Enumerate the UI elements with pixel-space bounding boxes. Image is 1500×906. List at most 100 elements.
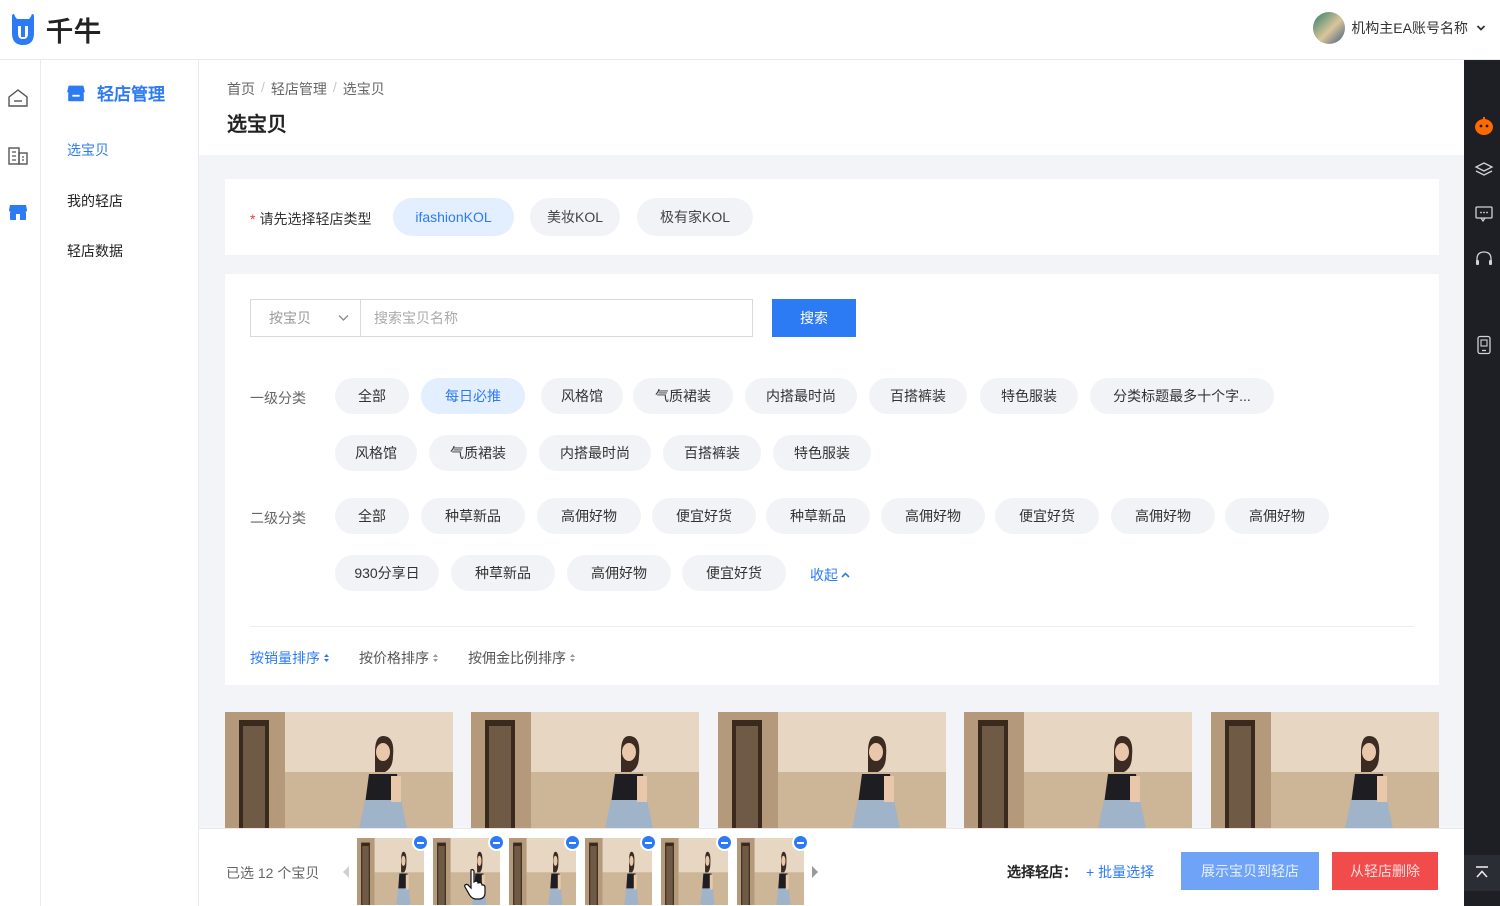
level1-tag[interactable]: 风格馆	[541, 378, 623, 414]
subnav-title: 轻店管理	[97, 85, 165, 104]
chevron-down-icon	[338, 315, 349, 321]
qianniu-assistant-icon[interactable]	[1474, 116, 1494, 136]
level2-tag[interactable]: 种草新品	[451, 555, 555, 591]
level2-tag[interactable]: 全部	[335, 498, 409, 534]
top-bar: 千牛 机构主EA账号名称	[0, 0, 1500, 60]
product-image[interactable]	[1211, 712, 1439, 829]
search-input[interactable]	[360, 299, 753, 337]
layers-icon[interactable]	[1474, 160, 1494, 180]
shop-select-label: 选择轻店：	[1007, 864, 1077, 880]
breadcrumb-shop-manage[interactable]: 轻店管理	[271, 79, 327, 99]
logo[interactable]: 千牛	[8, 10, 102, 49]
product-photo	[964, 712, 1192, 829]
search-button[interactable]: 搜索	[772, 299, 856, 337]
subnav-item-shop-data[interactable]: 轻店数据	[67, 241, 123, 261]
subnav-item-select-goods[interactable]: 选宝贝	[67, 140, 109, 160]
breadcrumb-home[interactable]: 首页	[227, 79, 255, 99]
level2-tag[interactable]: 高佣好物	[567, 555, 671, 591]
sort-by-commission[interactable]: 按佣金比例排序	[468, 648, 576, 668]
level1-tag[interactable]: 气质裙装	[429, 435, 527, 471]
account-menu[interactable]: 机构主EA账号名称	[1313, 12, 1486, 44]
avatar[interactable]	[1313, 12, 1346, 44]
product-photo	[225, 712, 453, 829]
page-header: 首页 / 轻店管理 / 选宝贝 选宝贝	[199, 60, 1464, 155]
breadcrumb-separator: /	[261, 79, 265, 95]
back-to-top-button[interactable]	[1464, 855, 1500, 891]
required-mark: *	[250, 211, 256, 227]
breadcrumb-current: 选宝贝	[342, 81, 385, 97]
level1-tag[interactable]: 每日必推	[421, 378, 525, 414]
level1-tag[interactable]: 气质裙装	[633, 378, 733, 414]
store-icon	[67, 85, 85, 101]
level2-tag[interactable]: 便宜好货	[995, 498, 1099, 534]
sort-icon	[433, 654, 438, 662]
remove-icon[interactable]	[488, 834, 505, 851]
level1-tag[interactable]: 内搭最时尚	[745, 378, 857, 414]
level1-tag[interactable]: 百搭裤装	[869, 378, 967, 414]
search-mode-select[interactable]: 按宝贝	[250, 299, 361, 337]
divider	[250, 626, 1414, 627]
level2-tag[interactable]: 高佣好物	[1225, 498, 1329, 534]
level1-tag[interactable]: 内搭最时尚	[539, 435, 651, 471]
remove-icon[interactable]	[716, 834, 733, 851]
chevron-up-icon	[841, 572, 850, 578]
level2-tag[interactable]: 便宜好货	[682, 555, 786, 591]
breadcrumb-separator: /	[332, 79, 337, 95]
level1-tag[interactable]: 风格馆	[335, 435, 417, 471]
home-icon[interactable]	[6, 86, 30, 110]
collapse-toggle[interactable]: 收起	[810, 565, 850, 585]
level2-tag[interactable]: 便宜好货	[652, 498, 756, 534]
delete-from-shop-button[interactable]: 从轻店删除	[1332, 852, 1438, 890]
sort-icon	[570, 654, 575, 662]
remove-icon[interactable]	[792, 834, 809, 851]
product-image[interactable]	[718, 712, 946, 829]
sort-label: 按佣金比例排序	[468, 650, 566, 666]
chevron-down-icon[interactable]	[1476, 23, 1486, 33]
subnav-item-my-shop[interactable]: 我的轻店	[67, 191, 123, 211]
level1-tag[interactable]: 分类标题最多十个字...	[1090, 378, 1274, 414]
level2-tag[interactable]: 种草新品	[421, 498, 525, 534]
shop-type-option[interactable]: 美妆KOL	[530, 198, 620, 236]
subnav-header: 轻店管理	[65, 80, 165, 105]
shop-type-label: * 请先选择轻店类型	[250, 209, 371, 229]
batch-select-link[interactable]: + 批量选择	[1086, 862, 1154, 882]
search-mode-value: 按宝贝	[269, 310, 311, 326]
message-icon[interactable]	[1474, 204, 1494, 224]
level2-tag[interactable]: 高佣好物	[1111, 498, 1215, 534]
remove-icon[interactable]	[412, 834, 429, 851]
remove-icon[interactable]	[640, 834, 657, 851]
chevron-left-icon[interactable]	[342, 865, 350, 879]
sort-label: 按价格排序	[359, 650, 429, 666]
level1-tag[interactable]: 特色服装	[773, 435, 871, 471]
shop-type-option[interactable]: 极有家KOL	[637, 198, 753, 236]
level2-tag[interactable]: 种草新品	[766, 498, 870, 534]
chevron-right-icon[interactable]	[811, 865, 819, 879]
level1-tag[interactable]: 百搭裤装	[663, 435, 761, 471]
product-image[interactable]	[964, 712, 1192, 829]
level2-tag[interactable]: 高佣好物	[881, 498, 985, 534]
level1-tag[interactable]: 全部	[335, 378, 409, 414]
sort-by-price[interactable]: 按价格排序	[359, 648, 439, 668]
mobile-icon[interactable]	[1474, 335, 1494, 355]
shop-type-option[interactable]: ifashionKOL	[393, 198, 514, 236]
qianniu-logo-icon	[12, 13, 34, 45]
product-image[interactable]	[471, 712, 699, 829]
sort-by-sales[interactable]: 按销量排序	[250, 648, 330, 668]
level1-label: 一级分类	[250, 390, 306, 406]
level2-tag[interactable]: 930分享日	[335, 555, 439, 591]
building-icon[interactable]	[6, 144, 30, 168]
remove-icon[interactable]	[564, 834, 581, 851]
page-title: 选宝贝	[227, 114, 287, 136]
level1-tag[interactable]: 特色服装	[980, 378, 1078, 414]
breadcrumb: 首页 / 轻店管理 / 选宝贝	[227, 79, 385, 99]
pointer-cursor-icon	[464, 869, 486, 900]
logo-text: 千牛	[46, 17, 102, 47]
account-name[interactable]: 机构主EA账号名称	[1351, 18, 1468, 38]
level2-tag[interactable]: 高佣好物	[537, 498, 641, 534]
product-photo	[471, 712, 699, 829]
store-icon[interactable]	[6, 200, 30, 224]
product-photo	[718, 712, 946, 829]
show-in-shop-button[interactable]: 展示宝贝到轻店	[1181, 852, 1319, 890]
headset-icon[interactable]	[1474, 249, 1494, 269]
product-image[interactable]	[225, 712, 453, 829]
